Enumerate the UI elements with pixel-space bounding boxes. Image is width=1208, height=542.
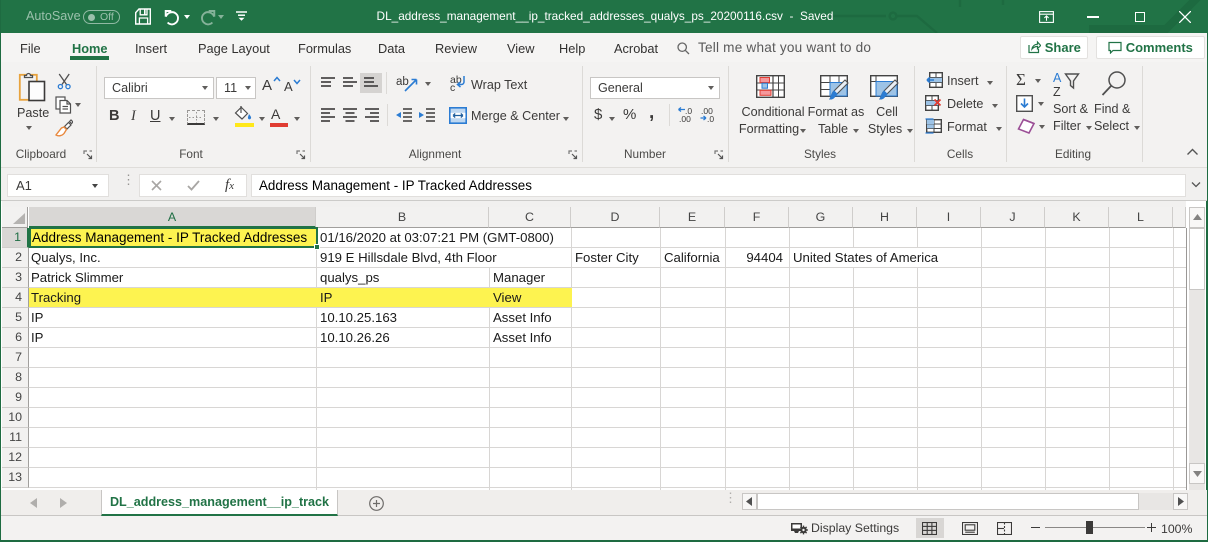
- svg-text:.00: .00: [679, 114, 691, 123]
- svg-text:.0: .0: [707, 114, 714, 123]
- svg-text:A: A: [1053, 72, 1062, 85]
- svg-text:ab: ab: [396, 76, 409, 88]
- svg-text:Z: Z: [1053, 85, 1061, 98]
- svg-text:c: c: [450, 82, 455, 92]
